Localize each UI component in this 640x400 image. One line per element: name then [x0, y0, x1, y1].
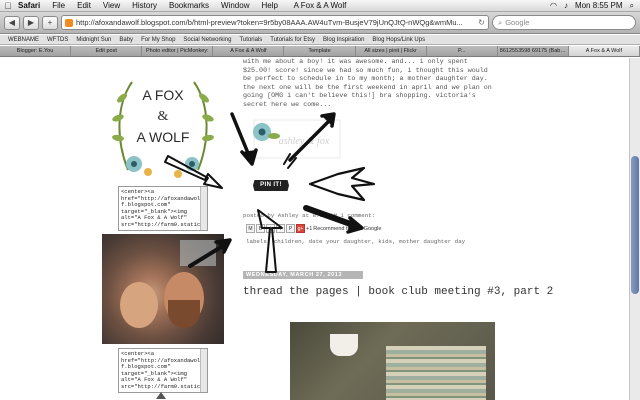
- forward-button[interactable]: ▶: [23, 15, 39, 30]
- share-buttons: M B t f P g+ +1 Recommend this on Google: [246, 224, 381, 233]
- tab-flickr[interactable]: All sizes | pinit | Flickr: [355, 46, 427, 56]
- date-header: WEDNESDAY, MARCH 27, 2013: [243, 271, 363, 279]
- url-text: http://afoxandawolf.blogspot.com/b/html-…: [76, 18, 463, 27]
- logo-line-2: &: [158, 109, 169, 124]
- arrow-sw-shaft: [230, 112, 252, 160]
- back-button[interactable]: ◀: [4, 15, 20, 30]
- photo-window: [180, 240, 216, 266]
- menu-bookmarks[interactable]: Bookmarks: [163, 0, 215, 12]
- menu-view[interactable]: View: [97, 0, 126, 12]
- search-placeholder: Google: [505, 18, 530, 27]
- tab-photo[interactable]: 8612553598 69175 (Babe...: [497, 46, 569, 56]
- post-body-text: with me about a boy! it was awesome. and…: [243, 58, 492, 109]
- up-arrow-icon[interactable]: [156, 392, 166, 399]
- post-title[interactable]: thread the pages | book club meeting #3,…: [243, 286, 573, 299]
- tab-fox-wolf[interactable]: A Fox & A Wolf: [213, 46, 285, 56]
- tab-p[interactable]: P...: [426, 46, 498, 56]
- photo-face-left: [120, 282, 158, 328]
- arrow-left-outline: [308, 166, 376, 202]
- coffee-cup-shape: [330, 334, 358, 356]
- bookmark-item[interactable]: Tutorials for Etsy: [266, 35, 319, 44]
- search-icon: ⌕: [498, 17, 503, 27]
- bookmark-item[interactable]: Baby: [115, 35, 137, 44]
- post-labels: labels: children, date your daughter, ki…: [246, 238, 466, 245]
- clock[interactable]: Mon 8:55 PM: [575, 0, 623, 12]
- tab-bar: Blogger: E.You Edit post Photo editor | …: [0, 46, 640, 57]
- tab-edit-post[interactable]: Edit post: [71, 46, 143, 56]
- bookmark-item[interactable]: WEBNAME: [4, 35, 43, 44]
- apple-menu-icon[interactable]: : [0, 0, 16, 12]
- photo-beard: [168, 300, 200, 328]
- vertical-scrollbar[interactable]: [629, 58, 640, 400]
- logo-line-3: A WOLF: [137, 129, 190, 145]
- spotlight-icon[interactable]: ⌕: [630, 0, 634, 12]
- embed-code-box[interactable]: <center><a href="http://afoxandawol f.bl…: [118, 186, 208, 231]
- menu-extras: ◠ ♪ Mon 8:55 PM ⌕: [550, 0, 640, 12]
- embed-code-box-2[interactable]: <center><a href="http://afoxandawol f.bl…: [118, 348, 208, 393]
- menu-safari[interactable]: Safari: [16, 0, 46, 12]
- couple-photo[interactable]: [102, 234, 224, 344]
- tab-template[interactable]: Template: [284, 46, 356, 56]
- menu-history[interactable]: History: [126, 0, 163, 12]
- site-favicon-icon: [65, 18, 73, 27]
- post-meta: posted by Ashley at 8:00 AM 1 comment:: [243, 212, 376, 219]
- tab-picmonkey[interactable]: Photo editor | PicMonkey:: [142, 46, 214, 56]
- reload-icon[interactable]: ↻: [478, 18, 485, 27]
- menu-file[interactable]: File: [46, 0, 71, 12]
- signature-graphic: ashley & fox: [253, 119, 341, 159]
- email-icon[interactable]: M: [246, 224, 255, 233]
- blog-logo[interactable]: A FOX & A WOLF: [108, 70, 218, 185]
- book-stack-shape: [386, 346, 486, 400]
- facebook-icon[interactable]: f: [276, 224, 285, 233]
- add-bookmark-button[interactable]: +: [42, 15, 58, 30]
- pinterest-icon[interactable]: P: [286, 224, 295, 233]
- pin-it-badge[interactable]: PIN IT!: [253, 180, 289, 191]
- bookmark-item[interactable]: For My Shop: [137, 35, 179, 44]
- twitter-icon[interactable]: t: [266, 224, 275, 233]
- bookmark-item[interactable]: WFTDS: [43, 35, 72, 44]
- wifi-icon[interactable]: ◠: [550, 0, 557, 12]
- bookmarks-bar: WEBNAME WFTDS Midnight Sun Baby For My S…: [0, 35, 640, 45]
- page-content: A FOX & A WOLF <center><a href="http://a…: [0, 58, 640, 400]
- logo-line-1: A FOX: [142, 87, 184, 103]
- signature-text: ashley & fox: [279, 136, 330, 147]
- scrollbar-thumb[interactable]: [631, 156, 639, 294]
- bookmark-item[interactable]: Blog Hops/Link Ups: [368, 35, 429, 44]
- mac-menu-bar:  Safari File Edit View History Bookmark…: [0, 0, 640, 12]
- plus-one-count: +1: [306, 225, 313, 232]
- google-plus-button[interactable]: g+: [296, 224, 305, 233]
- bookmark-item[interactable]: Midnight Sun: [72, 35, 115, 44]
- bookmark-item[interactable]: Social Networking: [179, 35, 235, 44]
- post-image[interactable]: [290, 322, 495, 400]
- browser-toolbar: ◀ ▶ + http://afoxandawolf.blogspot.com/b…: [0, 12, 640, 34]
- bookmark-item[interactable]: Blog Inspiration: [319, 35, 368, 44]
- volume-icon[interactable]: ♪: [564, 0, 568, 12]
- tab-active-fox-wolf[interactable]: A Fox & A Wolf: [568, 46, 640, 56]
- search-field[interactable]: ⌕ Google: [492, 15, 636, 30]
- tab-blogger[interactable]: Blogger: E.You: [0, 46, 72, 56]
- blog-sidebar: A FOX & A WOLF <center><a href="http://a…: [98, 58, 233, 400]
- menu-help[interactable]: Help: [255, 0, 283, 12]
- blog-this-icon[interactable]: B: [256, 224, 265, 233]
- recommend-text: Recommend this on Google: [313, 225, 382, 232]
- menu-edit[interactable]: Edit: [71, 0, 97, 12]
- safari-window:  Safari File Edit View History Bookmark…: [0, 0, 640, 400]
- address-bar[interactable]: http://afoxandawolf.blogspot.com/b/html-…: [61, 15, 489, 30]
- menu-window[interactable]: Window: [215, 0, 255, 12]
- bookmark-item[interactable]: Tutorials: [235, 35, 266, 44]
